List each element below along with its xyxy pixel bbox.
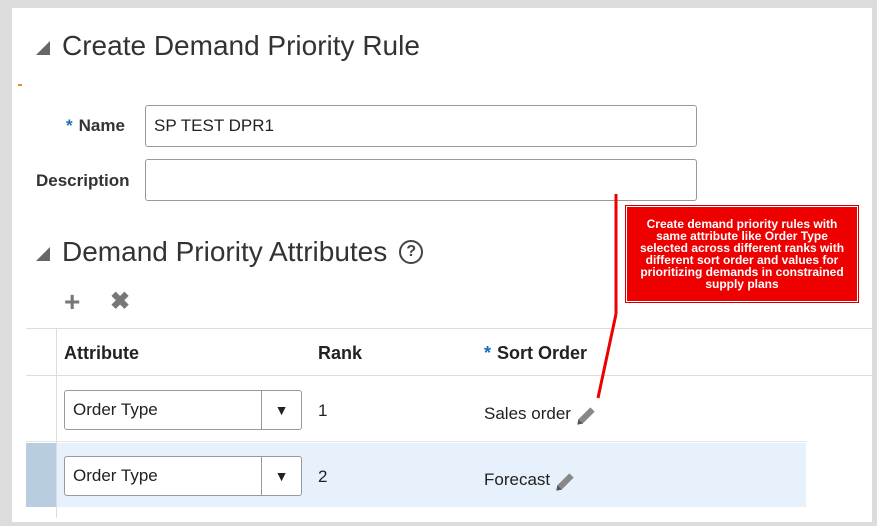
sort-order-value: Sales order xyxy=(484,399,599,429)
rank-value: 1 xyxy=(318,401,328,420)
sort-order-value: Forecast xyxy=(484,465,578,495)
required-asterisk: * xyxy=(66,116,73,135)
required-asterisk: * xyxy=(484,343,492,363)
create-rule-section-header[interactable]: Create Demand Priority Rule xyxy=(36,30,420,62)
name-label: * Name xyxy=(66,116,125,135)
column-separator xyxy=(56,328,57,518)
annotation-callout: Create demand priority rules with same a… xyxy=(625,205,859,303)
name-input[interactable] xyxy=(145,105,697,147)
row-divider xyxy=(26,441,806,442)
pencil-edit-icon[interactable] xyxy=(573,403,599,429)
add-icon[interactable]: + xyxy=(64,288,80,316)
table-header-row: Attribute Rank * Sort Order xyxy=(26,328,872,376)
pencil-edit-icon[interactable] xyxy=(552,469,578,495)
collapse-triangle-icon[interactable] xyxy=(36,247,50,261)
section-title: Demand Priority Attributes xyxy=(62,236,388,267)
column-header-sort-order[interactable]: * Sort Order xyxy=(484,343,587,364)
attribute-select[interactable]: Order Type ▼ xyxy=(64,456,302,496)
row-selected-indicator xyxy=(26,443,56,507)
description-label: Description xyxy=(36,171,130,190)
table-row[interactable]: Order Type ▼ 1 Sales order xyxy=(26,377,806,441)
attributes-section-header[interactable]: Demand Priority Attributes ? xyxy=(36,236,424,268)
rank-value: 2 xyxy=(318,467,328,486)
collapse-triangle-icon[interactable] xyxy=(36,41,50,55)
page-title: Create Demand Priority Rule xyxy=(62,30,420,61)
column-header-attribute[interactable]: Attribute xyxy=(64,343,139,364)
table-row[interactable]: Order Type ▼ 2 Forecast xyxy=(26,443,806,507)
delete-icon[interactable]: ✖ xyxy=(110,290,130,314)
main-panel: Create Demand Priority Rule *Name Descri… xyxy=(12,8,872,522)
description-input[interactable] xyxy=(145,159,697,201)
dropdown-arrow-icon[interactable]: ▼ xyxy=(261,391,301,429)
attribute-select[interactable]: Order Type ▼ xyxy=(64,390,302,430)
dropdown-arrow-icon[interactable]: ▼ xyxy=(261,457,301,495)
column-header-rank[interactable]: Rank xyxy=(318,343,362,364)
help-icon[interactable]: ? xyxy=(399,240,424,264)
accent-mark xyxy=(18,84,22,86)
